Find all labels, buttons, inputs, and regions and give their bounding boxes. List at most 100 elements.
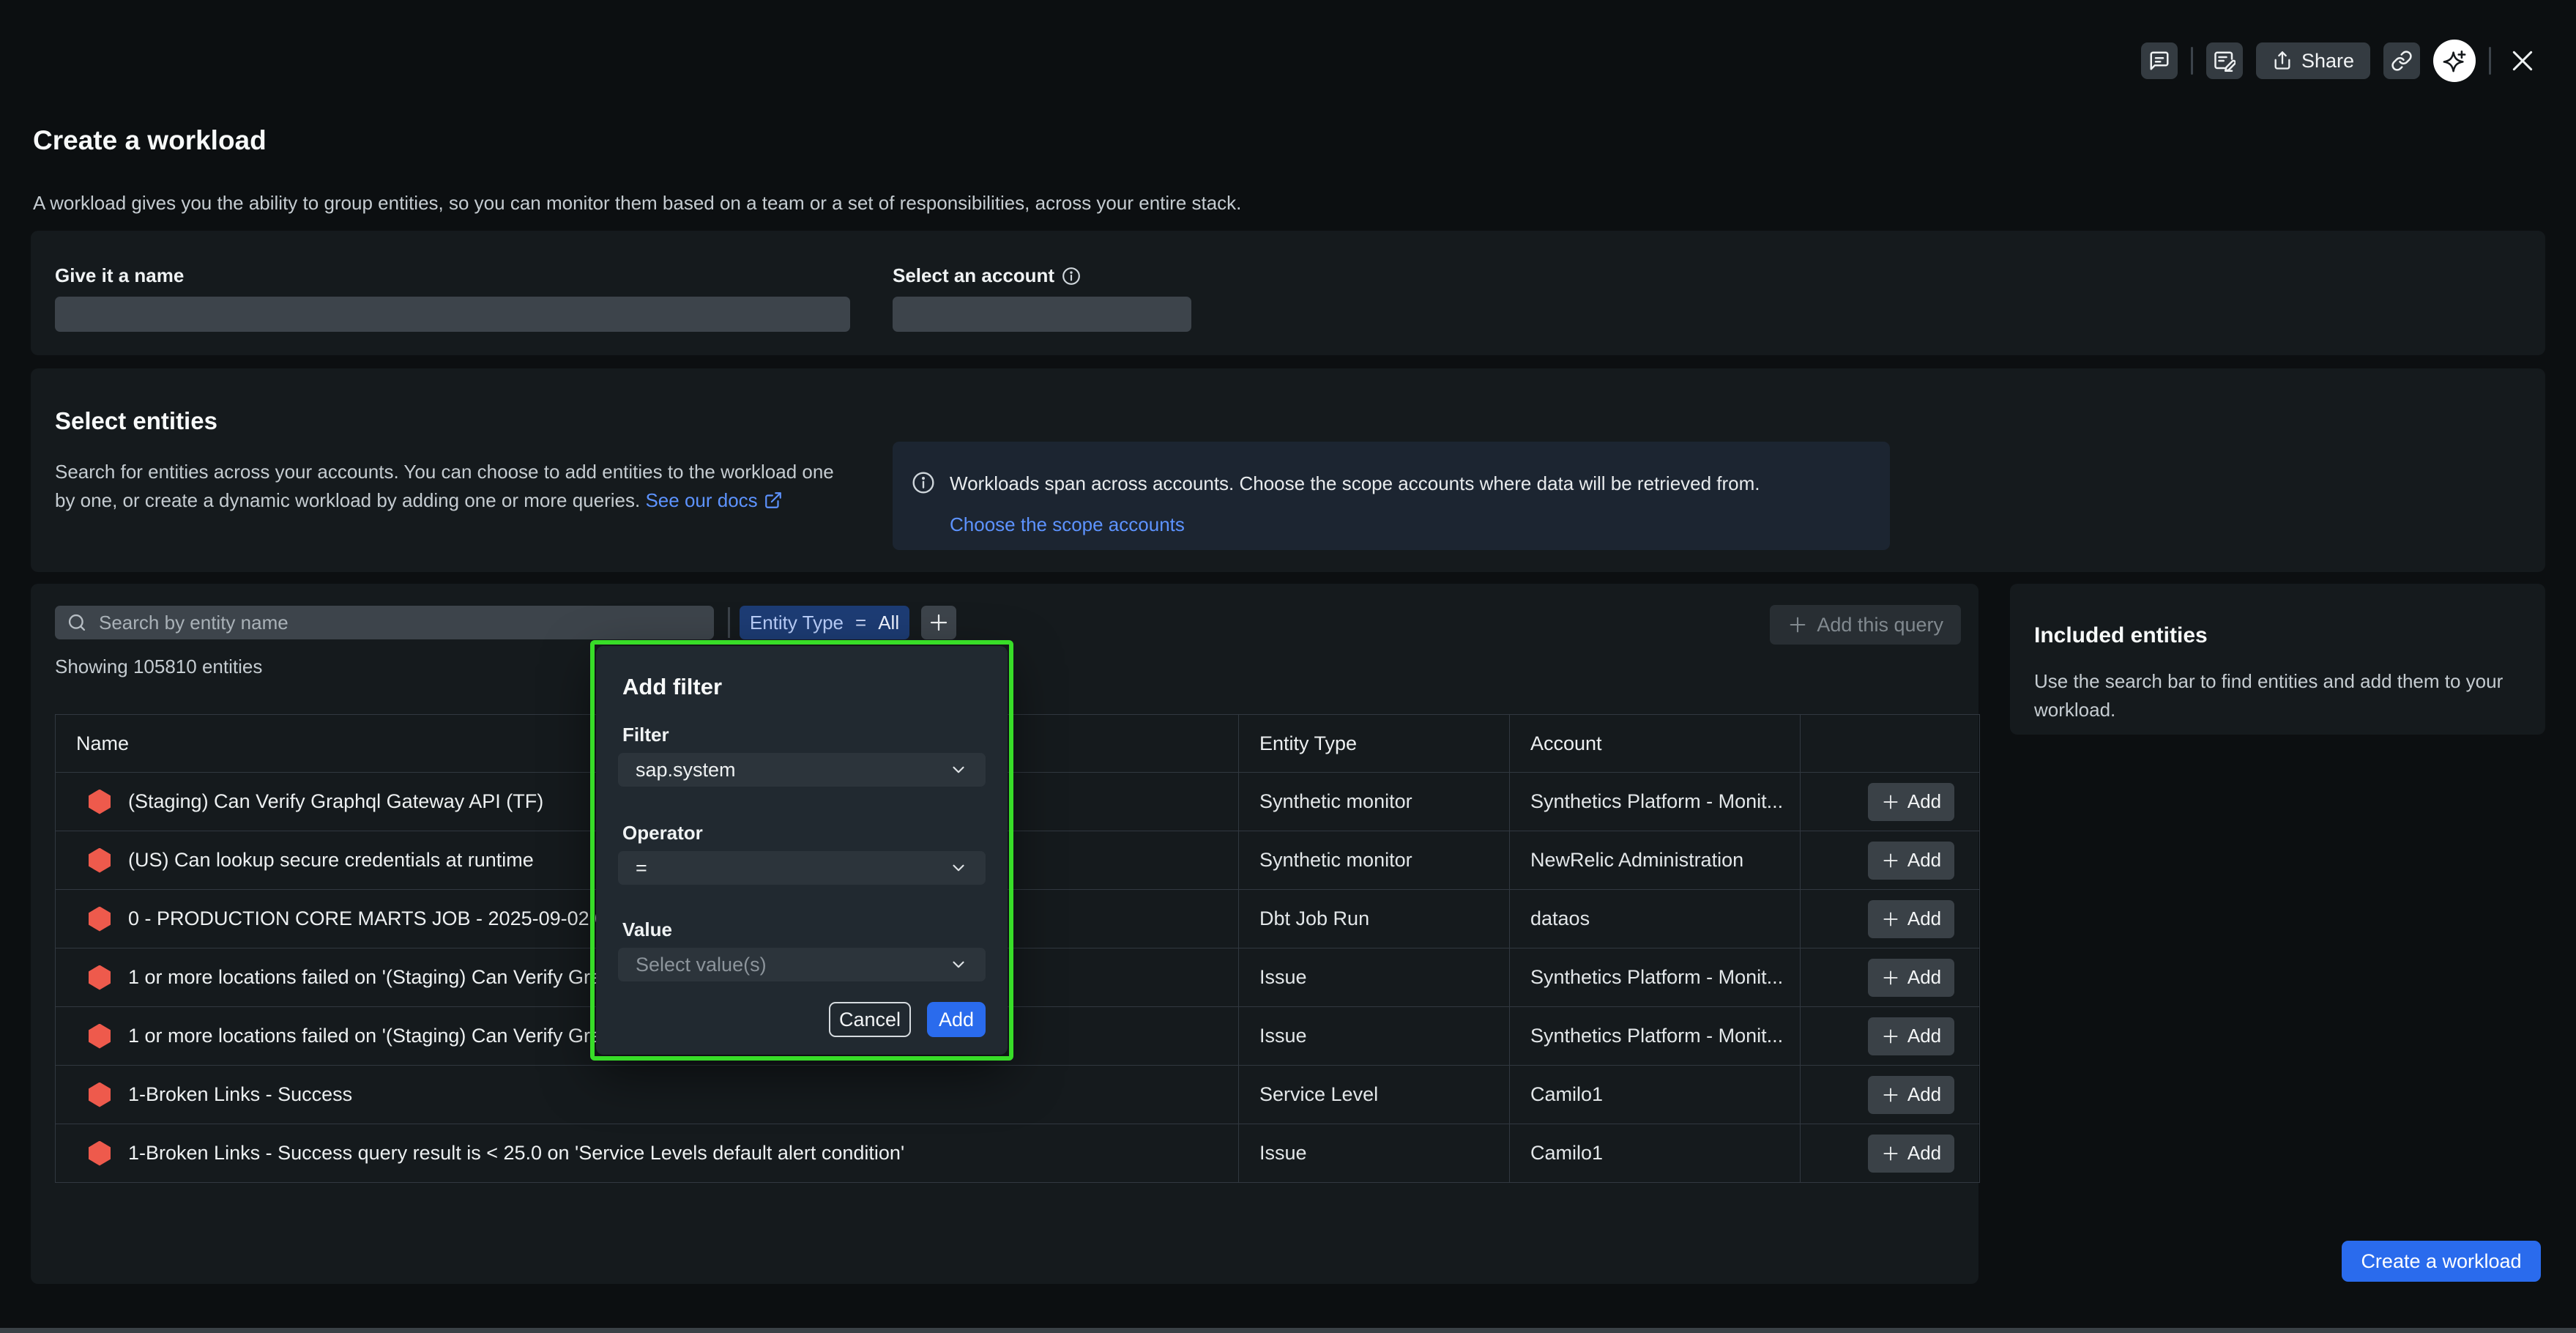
entity-account: NewRelic Administration xyxy=(1509,831,1800,889)
filter-label: Filter xyxy=(622,724,669,746)
entity-account: Camilo1 xyxy=(1509,1066,1800,1124)
table-row[interactable]: (Staging) Can Verify Graphql Gateway API… xyxy=(56,772,1979,831)
cancel-button[interactable]: Cancel xyxy=(829,1002,911,1037)
permalink-button[interactable] xyxy=(2383,42,2420,79)
included-entities-panel: Included entities Use the search bar to … xyxy=(2010,584,2545,735)
table-row[interactable]: 1-Broken Links - Success Service Level C… xyxy=(56,1065,1979,1124)
operator-label: Operator xyxy=(622,822,703,844)
name-field-label: Give it a name xyxy=(55,264,184,287)
add-entity-button[interactable]: Add xyxy=(1868,783,1954,821)
entity-actions-cell: Add xyxy=(1800,890,1978,948)
create-workload-button[interactable]: Create a workload xyxy=(2342,1241,2541,1282)
share-button-label: Share xyxy=(2301,50,2354,73)
account-select-input[interactable] xyxy=(893,297,1191,332)
filter-select[interactable]: sap.system xyxy=(618,753,986,787)
entity-name-cell: 1-Broken Links - Success query result is… xyxy=(56,1124,1238,1182)
entity-account: Synthetics Platform - Monit... xyxy=(1509,773,1800,831)
add-entity-label: Add xyxy=(1907,790,1941,813)
entity-status-hexagon-icon xyxy=(89,1024,111,1049)
entity-status-hexagon-icon xyxy=(89,907,111,932)
add-entity-label: Add xyxy=(1907,907,1941,930)
page-title: Create a workload xyxy=(33,125,267,156)
workload-name-card: Give it a name Select an account xyxy=(31,231,2545,355)
toolbar-divider xyxy=(728,607,730,638)
entity-name: 1-Broken Links - Success xyxy=(128,1083,352,1106)
chip-field: Entity Type xyxy=(750,612,844,634)
chip-value: All xyxy=(878,612,899,634)
plus-icon xyxy=(1787,614,1808,635)
choose-scope-accounts-link[interactable]: Choose the scope accounts xyxy=(950,513,1185,536)
table-row[interactable]: (US) Can lookup secure credentials at ru… xyxy=(56,831,1979,889)
entity-actions-cell: Add xyxy=(1800,831,1978,889)
entity-account: Synthetics Platform - Monit... xyxy=(1509,948,1800,1006)
table-row[interactable]: 1-Broken Links - Success query result is… xyxy=(56,1124,1979,1182)
plus-icon xyxy=(1881,968,1900,987)
entity-status-hexagon-icon xyxy=(89,965,111,990)
close-icon xyxy=(2508,46,2537,75)
workload-name-input[interactable] xyxy=(55,297,850,332)
entity-actions-cell: Add xyxy=(1800,773,1978,831)
modal-add-button[interactable]: Add xyxy=(927,1002,986,1037)
entity-type: Synthetic monitor xyxy=(1238,773,1509,831)
notes-button[interactable] xyxy=(2206,42,2243,79)
add-entity-button[interactable]: Add xyxy=(1868,842,1954,880)
operator-select[interactable]: = xyxy=(618,851,986,885)
included-entities-description: Use the search bar to find entities and … xyxy=(2034,667,2521,724)
add-this-query-button[interactable]: Add this query xyxy=(1770,605,1961,645)
entity-table-body: (Staging) Can Verify Graphql Gateway API… xyxy=(56,772,1979,1182)
add-entity-label: Add xyxy=(1907,1142,1941,1165)
entity-type: Issue xyxy=(1238,1124,1509,1182)
add-entity-button[interactable]: Add xyxy=(1868,900,1954,938)
add-entity-button[interactable]: Add xyxy=(1868,1076,1954,1114)
entity-actions-cell: Add xyxy=(1800,1066,1978,1124)
operator-select-value: = xyxy=(636,857,949,880)
plus-icon xyxy=(1881,1085,1900,1104)
add-entity-button[interactable]: Add xyxy=(1868,959,1954,997)
entity-status-hexagon-icon xyxy=(89,790,111,814)
feedback-button[interactable] xyxy=(2141,42,2178,79)
entity-type: Issue xyxy=(1238,1007,1509,1065)
comment-icon xyxy=(2148,50,2170,72)
close-button[interactable] xyxy=(2504,42,2541,79)
info-icon xyxy=(912,471,935,494)
add-entity-button[interactable]: Add xyxy=(1868,1135,1954,1173)
chip-operator: = xyxy=(855,612,866,634)
select-entities-description: Search for entities across your accounts… xyxy=(55,458,842,515)
select-entities-title: Select entities xyxy=(55,407,217,435)
edit-document-icon xyxy=(2214,50,2236,72)
column-header-actions xyxy=(1800,715,1978,772)
entity-account: dataos xyxy=(1509,890,1800,948)
entity-type: Service Level xyxy=(1238,1066,1509,1124)
info-icon xyxy=(1062,267,1081,286)
add-entity-button[interactable]: Add xyxy=(1868,1017,1954,1055)
entity-table: Name Entity Type Account (Staging) Can V… xyxy=(55,714,1980,1183)
entity-status-hexagon-icon xyxy=(89,1141,111,1166)
create-workload-page: Share Create a workload A workload gives… xyxy=(0,0,2576,1333)
entity-search-input[interactable] xyxy=(97,611,704,635)
value-select-placeholder: Select value(s) xyxy=(636,954,949,976)
see-our-docs-link[interactable]: See our docs xyxy=(645,489,782,511)
link-icon xyxy=(2391,50,2413,72)
entity-name: 1 or more locations failed on '(Staging)… xyxy=(128,1025,634,1047)
horizontal-scrollbar[interactable] xyxy=(0,1328,2576,1333)
value-select[interactable]: Select value(s) xyxy=(618,948,986,981)
entity-name: 1-Broken Links - Success query result is… xyxy=(128,1142,904,1165)
entity-name-cell: 1-Broken Links - Success xyxy=(56,1066,1238,1124)
entity-name: (US) Can lookup secure credentials at ru… xyxy=(128,849,534,872)
add-entity-label: Add xyxy=(1907,1025,1941,1047)
ai-assistant-button[interactable] xyxy=(2433,40,2476,82)
entity-type-filter-chip[interactable]: Entity Type = All xyxy=(740,606,909,639)
entity-account: Camilo1 xyxy=(1509,1124,1800,1182)
add-filter-modal-title: Add filter xyxy=(622,674,722,700)
header-divider xyxy=(2191,47,2193,75)
share-button[interactable]: Share xyxy=(2256,42,2370,79)
plus-icon xyxy=(1881,1144,1900,1163)
add-filter-modal: Add filter Filter sap.system Operator = … xyxy=(596,646,1008,1055)
table-row[interactable]: 1 or more locations failed on '(Staging)… xyxy=(56,948,1979,1006)
table-row[interactable]: 1 or more locations failed on '(Staging)… xyxy=(56,1006,1979,1065)
filter-select-value: sap.system xyxy=(636,759,949,781)
scope-accounts-info-box: Workloads span across accounts. Choose t… xyxy=(893,442,1890,550)
table-header-row: Name Entity Type Account xyxy=(56,715,1979,772)
add-filter-button[interactable] xyxy=(921,606,956,639)
table-row[interactable]: 0 - PRODUCTION CORE MARTS JOB - 2025-09-… xyxy=(56,889,1979,948)
